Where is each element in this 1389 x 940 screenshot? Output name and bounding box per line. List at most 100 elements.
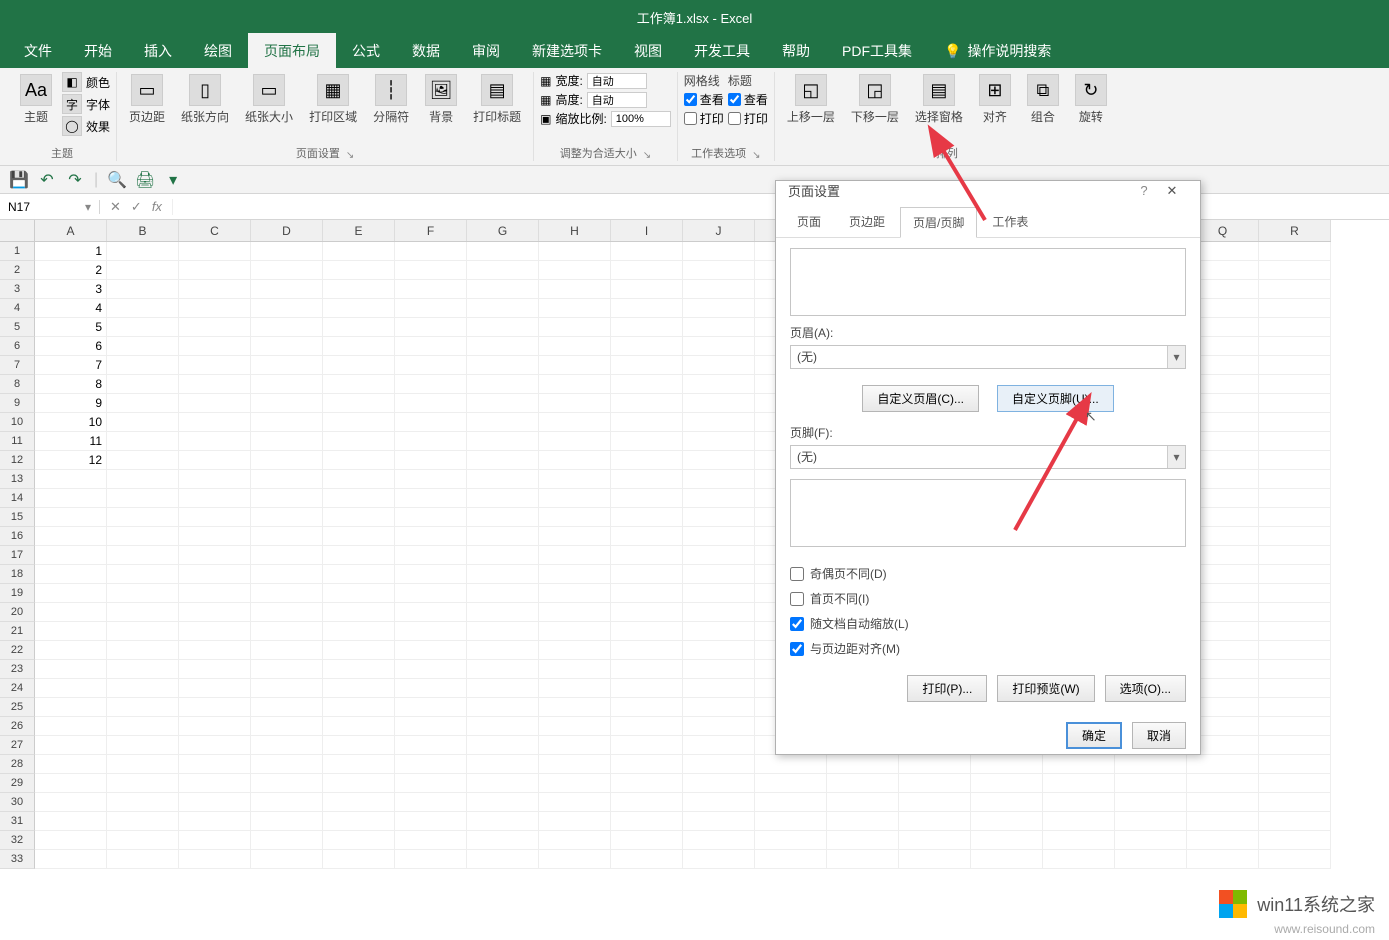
- cell[interactable]: [1259, 584, 1331, 603]
- cell[interactable]: [755, 831, 827, 850]
- cell[interactable]: [1259, 527, 1331, 546]
- cell[interactable]: [107, 546, 179, 565]
- col-header[interactable]: D: [251, 220, 323, 241]
- cell[interactable]: [107, 489, 179, 508]
- cell[interactable]: [395, 470, 467, 489]
- cell[interactable]: [1259, 603, 1331, 622]
- cell[interactable]: [683, 394, 755, 413]
- cell[interactable]: 10: [35, 413, 107, 432]
- cell[interactable]: [539, 584, 611, 603]
- scale-launcher[interactable]: ↘: [643, 150, 651, 161]
- cell[interactable]: [251, 508, 323, 527]
- cell[interactable]: [611, 242, 683, 261]
- cell[interactable]: [467, 774, 539, 793]
- cell[interactable]: [611, 299, 683, 318]
- cell[interactable]: [467, 280, 539, 299]
- cell[interactable]: [539, 299, 611, 318]
- cell[interactable]: [395, 375, 467, 394]
- cell[interactable]: [539, 432, 611, 451]
- cell[interactable]: [1187, 812, 1259, 831]
- cell[interactable]: [107, 394, 179, 413]
- cell[interactable]: [611, 489, 683, 508]
- cell[interactable]: [35, 565, 107, 584]
- cancel-icon[interactable]: ✕: [110, 199, 121, 215]
- cell[interactable]: [683, 261, 755, 280]
- cell[interactable]: [755, 850, 827, 869]
- cell[interactable]: [611, 337, 683, 356]
- cell[interactable]: [467, 527, 539, 546]
- cell[interactable]: [683, 850, 755, 869]
- cell[interactable]: [323, 641, 395, 660]
- cell[interactable]: [683, 432, 755, 451]
- cell[interactable]: [1043, 774, 1115, 793]
- tab-data[interactable]: 数据: [396, 33, 456, 69]
- cell[interactable]: [1259, 755, 1331, 774]
- cell[interactable]: [35, 622, 107, 641]
- cell[interactable]: [1259, 679, 1331, 698]
- tab-view[interactable]: 视图: [618, 33, 678, 69]
- cell[interactable]: [179, 755, 251, 774]
- cell[interactable]: [539, 280, 611, 299]
- cell[interactable]: [251, 318, 323, 337]
- cell[interactable]: 2: [35, 261, 107, 280]
- cell[interactable]: [971, 774, 1043, 793]
- cell[interactable]: [683, 755, 755, 774]
- cell[interactable]: [323, 261, 395, 280]
- cell[interactable]: [683, 508, 755, 527]
- cell[interactable]: [467, 299, 539, 318]
- col-header[interactable]: A: [35, 220, 107, 241]
- cell[interactable]: [395, 299, 467, 318]
- cell[interactable]: [107, 565, 179, 584]
- cell[interactable]: [539, 261, 611, 280]
- cell[interactable]: [683, 318, 755, 337]
- cell[interactable]: [35, 508, 107, 527]
- tab-dev[interactable]: 开发工具: [678, 33, 766, 69]
- btn-margins[interactable]: ▭页边距: [123, 72, 171, 127]
- cell[interactable]: [683, 584, 755, 603]
- cell[interactable]: [467, 793, 539, 812]
- cell[interactable]: [107, 451, 179, 470]
- cell[interactable]: [35, 660, 107, 679]
- cell[interactable]: [1259, 793, 1331, 812]
- cell[interactable]: [251, 622, 323, 641]
- cell[interactable]: [1115, 850, 1187, 869]
- cell[interactable]: [35, 641, 107, 660]
- row-header[interactable]: 30: [0, 793, 35, 812]
- cell[interactable]: [755, 774, 827, 793]
- chk-grid-view[interactable]: 查看: [684, 91, 724, 108]
- cell[interactable]: [611, 508, 683, 527]
- row-header[interactable]: 22: [0, 641, 35, 660]
- cell[interactable]: [107, 603, 179, 622]
- cell[interactable]: [179, 470, 251, 489]
- cell[interactable]: [1259, 318, 1331, 337]
- row-header[interactable]: 2: [0, 261, 35, 280]
- btn-align[interactable]: ⊞对齐: [973, 72, 1017, 127]
- cell[interactable]: 8: [35, 375, 107, 394]
- cell[interactable]: [467, 470, 539, 489]
- cell[interactable]: [683, 698, 755, 717]
- cell[interactable]: [251, 337, 323, 356]
- cell[interactable]: [179, 375, 251, 394]
- print-preview-button[interactable]: 打印预览(W): [997, 675, 1094, 702]
- col-header[interactable]: I: [611, 220, 683, 241]
- cell[interactable]: [539, 546, 611, 565]
- cell[interactable]: [539, 489, 611, 508]
- tab-new[interactable]: 新建选项卡: [516, 33, 618, 69]
- cell[interactable]: [1259, 565, 1331, 584]
- dtab-header-footer[interactable]: 页眉/页脚: [900, 207, 977, 238]
- cell[interactable]: [107, 527, 179, 546]
- cell[interactable]: [539, 413, 611, 432]
- cell[interactable]: [107, 850, 179, 869]
- cell[interactable]: [1259, 850, 1331, 869]
- cell[interactable]: [395, 242, 467, 261]
- cell[interactable]: [395, 584, 467, 603]
- chevron-down-icon[interactable]: ▾: [1167, 446, 1185, 468]
- cell[interactable]: [611, 451, 683, 470]
- cell[interactable]: [1259, 641, 1331, 660]
- row-header[interactable]: 20: [0, 603, 35, 622]
- cell[interactable]: [35, 603, 107, 622]
- cell[interactable]: [323, 280, 395, 299]
- cell[interactable]: [611, 641, 683, 660]
- cell[interactable]: [35, 793, 107, 812]
- cell[interactable]: [251, 717, 323, 736]
